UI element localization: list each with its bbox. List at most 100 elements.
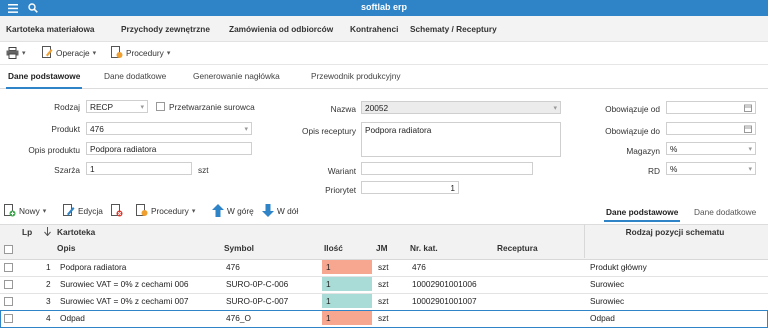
header-divider: [584, 224, 585, 258]
tab-przewodnik-produkcyjny[interactable]: Przewodnik produkcyjny: [311, 71, 400, 81]
quantity-cell[interactable]: 1: [322, 311, 372, 325]
column-rodzaj-pozycji[interactable]: Rodzaj pozycji schematu: [586, 227, 764, 237]
column-ilosc[interactable]: Ilość: [324, 243, 343, 253]
chevron-down-icon: ▾: [92, 49, 97, 57]
grid-procedures-button[interactable]: Procedury ▾: [136, 203, 195, 218]
column-opis[interactable]: Opis: [57, 243, 75, 253]
przetwarzanie-checkbox[interactable]: [156, 102, 165, 111]
new-label: Nowy: [19, 205, 40, 216]
tab-dane-podstawowe[interactable]: Dane podstawowe: [5, 71, 83, 89]
cell-lp: 1: [46, 262, 51, 272]
chevron-down-icon: ▾: [140, 104, 144, 111]
cell-rodzaj: Surowiec: [590, 296, 625, 306]
operations-label: Operacje: [56, 47, 90, 58]
menu-item-kartoteka[interactable]: Kartoteka materiałowa: [6, 24, 95, 34]
arrow-up-icon: [212, 204, 224, 217]
column-nr-kat[interactable]: Nr. kat.: [410, 243, 438, 253]
rd-label: RD: [648, 166, 660, 176]
grid-tab-dane-podstawowe[interactable]: Dane podstawowe: [603, 207, 681, 222]
cell-lp: 2: [46, 279, 51, 289]
table-row[interactable]: 1 1 Podpora radiatora 476 szt 476 Produkt głów…: [0, 259, 768, 277]
new-button[interactable]: Nowy ▾: [4, 203, 46, 218]
column-lp[interactable]: Lp: [22, 227, 32, 237]
sort-down-icon[interactable]: [44, 227, 51, 236]
wariant-label: Wariant: [327, 166, 356, 176]
cell-jm: szt: [378, 279, 389, 289]
row-checkbox[interactable]: [4, 280, 13, 289]
menu-item-schematy[interactable]: Schematy / Receptury: [410, 24, 497, 34]
delete-icon: [111, 204, 123, 217]
edit-button[interactable]: Edycja: [63, 203, 103, 218]
move-down-label: W dół: [277, 205, 299, 216]
procedures-button[interactable]: Procedury ▾: [111, 45, 170, 60]
printer-icon: [6, 46, 19, 59]
table-row[interactable]: 1 4 Odpad 476_O szt Odpad: [0, 310, 768, 328]
calendar-icon[interactable]: [744, 125, 752, 133]
row-checkbox[interactable]: [4, 297, 13, 306]
cell-jm: szt: [378, 313, 389, 323]
procedures-icon: [136, 204, 148, 216]
operations-button[interactable]: Operacje ▾: [42, 45, 96, 60]
quantity-cell[interactable]: 1: [322, 294, 372, 308]
szarza-field[interactable]: 1: [86, 162, 192, 175]
cell-symbol: 476: [226, 262, 240, 272]
cell-symbol: 476_O: [226, 313, 251, 323]
chevron-down-icon: ▾: [166, 49, 171, 57]
obowiazuje-do-label: Obowiązuje do: [605, 126, 660, 136]
column-symbol[interactable]: Symbol: [224, 243, 254, 253]
cell-rodzaj: Produkt główny: [590, 262, 647, 272]
column-receptura[interactable]: Receptura: [497, 243, 538, 253]
select-all-checkbox[interactable]: [4, 245, 13, 254]
form-tabs: Dane podstawowe Dane dodatkowe Generowan…: [0, 64, 768, 89]
obowiazuje-od-field[interactable]: [666, 101, 756, 114]
row-checkbox[interactable]: [4, 263, 13, 272]
szarza-unit: szt: [198, 165, 209, 175]
cell-lp: 3: [46, 296, 51, 306]
produkt-select[interactable]: 476 ▾: [86, 122, 252, 135]
rd-select[interactable]: % ▾: [666, 162, 756, 175]
cell-jm: szt: [378, 296, 389, 306]
move-up-button[interactable]: W górę: [212, 203, 254, 218]
quantity-cell[interactable]: 1: [322, 260, 372, 274]
nazwa-label: Nazwa: [330, 104, 356, 114]
quantity-cell[interactable]: 1: [322, 277, 372, 291]
chevron-down-icon: ▾: [553, 105, 557, 112]
menu-item-przychody[interactable]: Przychody zewnętrzne: [121, 24, 210, 34]
magazyn-value: %: [670, 144, 678, 154]
cell-jm: szt: [378, 262, 389, 272]
rodzaj-select[interactable]: RECP ▾: [86, 100, 148, 113]
delete-button[interactable]: [111, 203, 123, 218]
tab-dane-dodatkowe[interactable]: Dane dodatkowe: [104, 71, 166, 81]
nazwa-field[interactable]: 20052 ▾: [361, 101, 561, 114]
cell-opis: Odpad: [60, 313, 85, 323]
grid-tab-dane-dodatkowe[interactable]: Dane dodatkowe: [694, 207, 756, 217]
cell-opis: Surowiec VAT = 0% z cechami 007: [60, 296, 189, 306]
chevron-down-icon: ▾: [42, 207, 47, 215]
items-grid: Lp Kartoteka Opis Symbol Ilość JM Nr. ka…: [0, 224, 768, 328]
row-checkbox[interactable]: [4, 314, 13, 323]
menu-item-zamowienia[interactable]: Zamówienia od odbiorców: [229, 24, 333, 34]
procedures-label: Procedury: [126, 47, 164, 58]
chevron-down-icon: ▾: [244, 126, 248, 133]
produkt-label: Produkt: [51, 124, 80, 134]
column-jm[interactable]: JM: [376, 243, 388, 253]
table-row[interactable]: 1 2 Surowiec VAT = 0% z cechami 006 SURO-0P…: [0, 276, 768, 294]
menu-item-kontrahenci[interactable]: Kontrahenci: [350, 24, 398, 34]
cell-nr-kat: 10002901001006: [412, 279, 477, 289]
tab-generowanie-naglowka[interactable]: Generowanie nagłówka: [193, 71, 280, 81]
table-row[interactable]: 1 3 Surowiec VAT = 0% z cechami 007 SURO-0P…: [0, 293, 768, 311]
calendar-icon[interactable]: [744, 104, 752, 112]
przetwarzanie-label: Przetwarzanie surowca: [169, 102, 255, 112]
magazyn-select[interactable]: % ▾: [666, 142, 756, 155]
column-kartoteka[interactable]: Kartoteka: [57, 227, 95, 237]
obowiazuje-do-field[interactable]: [666, 122, 756, 135]
opis-produktu-label: Opis produktu: [28, 145, 80, 155]
toolbar: ▾ Operacje ▾ Procedury ▾: [0, 41, 768, 65]
arrow-down-icon: [262, 204, 274, 217]
wariant-field[interactable]: [361, 162, 533, 175]
priorytet-field[interactable]: 1: [361, 181, 459, 194]
move-down-button[interactable]: W dół: [262, 203, 298, 218]
print-button[interactable]: ▾: [6, 45, 26, 60]
opis-receptury-textarea[interactable]: Podpora radiatora: [361, 122, 561, 157]
opis-produktu-field[interactable]: Podpora radiatora: [86, 142, 252, 155]
